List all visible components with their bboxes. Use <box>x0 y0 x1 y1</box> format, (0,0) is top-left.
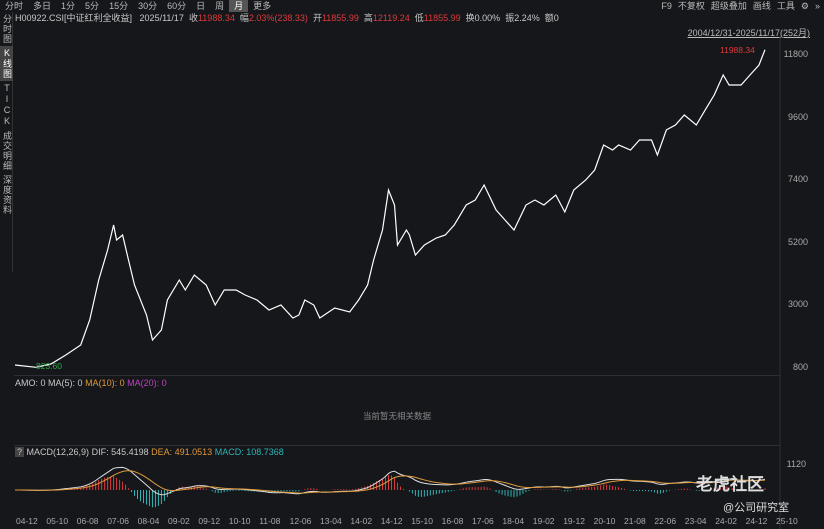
price-line <box>14 49 766 368</box>
x-tick-label: 14-12 <box>380 516 403 526</box>
y-tick-label: 5200 <box>787 236 808 247</box>
brand-watermark: 老虎社区 <box>696 475 764 494</box>
x-tick-label: 13-04 <box>320 516 342 526</box>
x-tick-label: 05-10 <box>46 516 69 526</box>
x-tick-label: 09-02 <box>168 516 190 526</box>
x-tick-label: 08-04 <box>137 516 160 526</box>
y-tick-label: 7400 <box>787 174 808 185</box>
min-price-label: 823.60 <box>36 361 62 371</box>
price-chart[interactable] <box>0 0 824 529</box>
x-tick-label: 19-12 <box>563 516 585 526</box>
x-tick-label: 24-12 <box>745 516 768 526</box>
x-tick-label: 16-08 <box>441 516 464 526</box>
x-tick-label: 19-02 <box>532 516 555 526</box>
author-watermark: @公司研究室 <box>723 502 790 514</box>
y-tick-label: 9600 <box>787 111 808 122</box>
dea-line <box>14 470 766 494</box>
x-tick-label: 15-10 <box>411 516 433 526</box>
x-tick-label: 07-06 <box>107 516 129 526</box>
x-tick-label: 12-06 <box>289 516 312 526</box>
y-tick-label: 3000 <box>787 299 808 310</box>
x-tick-label: 11-08 <box>259 516 281 526</box>
x-tick-label: 22-06 <box>654 516 677 526</box>
x-tick-label: 20-10 <box>593 516 616 526</box>
x-tick-label: 14-02 <box>350 516 373 526</box>
y-tick-label: 800 <box>792 362 808 372</box>
x-tick-label: 04-12 <box>16 516 38 526</box>
x-tick-label: 18-04 <box>502 516 525 526</box>
x-tick-label: 10-10 <box>228 516 251 526</box>
x-tick-label: 06-08 <box>76 516 99 526</box>
x-tick-label: 25-10 <box>776 516 798 526</box>
x-tick-label: 09-12 <box>198 516 221 526</box>
x-tick-label: 17-06 <box>472 516 494 526</box>
x-tick-label: 21-08 <box>624 516 646 526</box>
max-price-label: 11988.34 <box>720 45 755 55</box>
y-tick-label: 11800 <box>783 49 808 59</box>
x-tick-label: 23-04 <box>684 516 707 526</box>
x-tick-label: 24-02 <box>715 516 737 526</box>
